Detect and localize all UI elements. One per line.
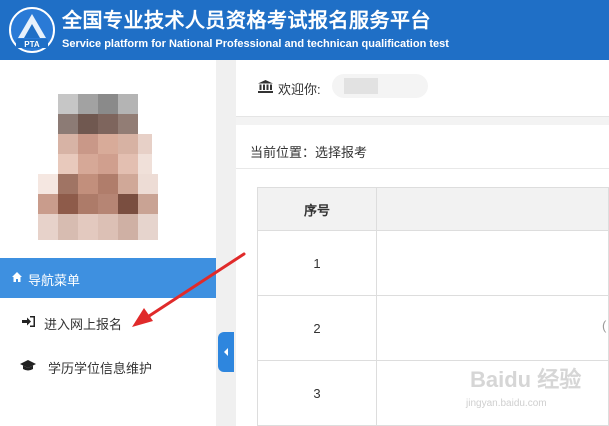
caret-left-icon xyxy=(224,348,228,356)
site-title: 全国专业技术人员资格考试报名服务平台 xyxy=(62,10,431,32)
row-index: 2 xyxy=(257,295,377,361)
sign-in-icon xyxy=(22,316,35,327)
sidebar-item-label: 进入网上报名 xyxy=(44,317,123,332)
divider xyxy=(236,168,609,169)
nav-menu-header-label: 导航菜单 xyxy=(28,273,81,288)
section-divider xyxy=(236,117,609,125)
sidebar-item-label: 学历学位信息维护 xyxy=(48,361,153,376)
row-cell xyxy=(375,230,609,296)
welcome-label: 欢迎你: xyxy=(278,82,321,97)
site-subtitle: Service platform for National Profession… xyxy=(62,38,449,50)
clipped-content: ( xyxy=(602,318,607,333)
svg-text:PTA: PTA xyxy=(24,40,40,49)
user-avatar xyxy=(38,94,178,244)
welcome-bar: 欢迎你: xyxy=(236,60,609,117)
column-header xyxy=(375,187,609,231)
row-cell xyxy=(375,295,609,361)
row-index: 1 xyxy=(257,230,377,296)
username-redacted xyxy=(332,74,428,98)
sidebar-collapse-toggle[interactable] xyxy=(218,332,234,372)
watermark: Baidu 经验 xyxy=(470,367,582,392)
home-icon xyxy=(12,272,22,282)
top-banner: PTA 全国专业技术人员资格考试报名服务平台 Service platform … xyxy=(0,0,609,60)
sidebar-item-online-registration[interactable]: 进入网上报名 xyxy=(0,302,216,342)
pta-logo: PTA xyxy=(9,7,55,53)
nav-menu-header: 导航菜单 xyxy=(0,258,216,298)
column-header-index: 序号 xyxy=(257,187,377,231)
watermark-url: jingyan.baidu.com xyxy=(466,398,547,409)
sidebar-item-education-info[interactable]: 学历学位信息维护 xyxy=(0,346,216,386)
table-row: 2 xyxy=(257,295,609,361)
sidebar: 导航菜单 进入网上报名 学历学位信息维护 xyxy=(0,60,216,426)
bank-icon xyxy=(258,80,273,93)
row-index: 3 xyxy=(257,360,377,426)
graduation-cap-icon xyxy=(20,360,36,371)
table-row: 1 xyxy=(257,230,609,296)
table-header-row: 序号 xyxy=(257,187,609,231)
breadcrumb: 当前位置：选择报考 xyxy=(250,145,368,160)
